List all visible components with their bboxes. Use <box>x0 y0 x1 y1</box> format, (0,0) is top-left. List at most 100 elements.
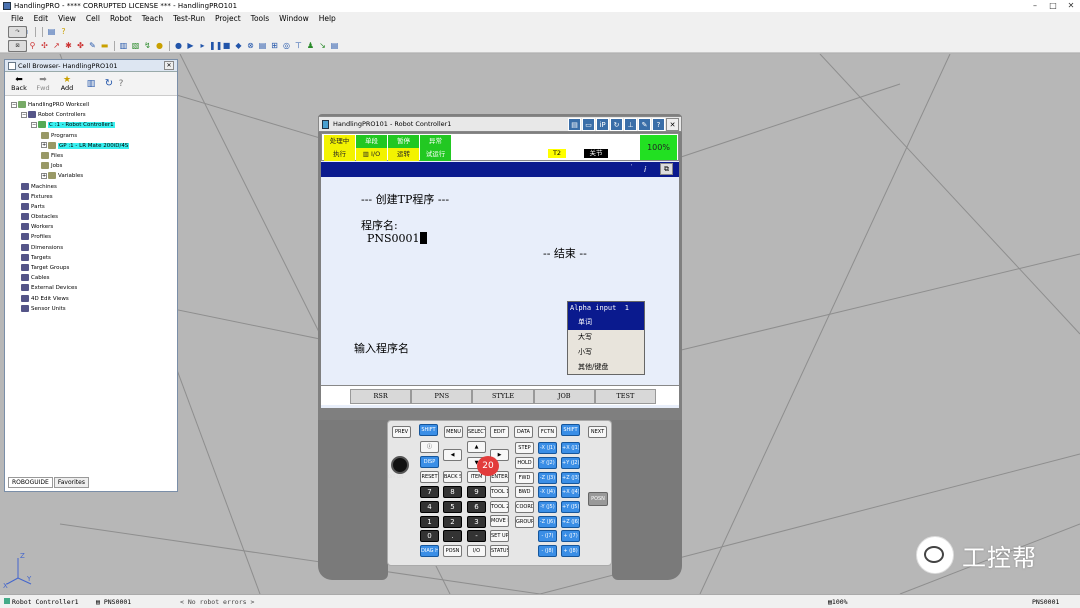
refresh-icon[interactable]: ↻ <box>103 78 115 88</box>
ip-icon[interactable]: iP <box>596 118 609 131</box>
help-icon[interactable]: ? <box>58 26 69 38</box>
tree-item[interactable]: − C :1 - Robot Controller1 <box>5 120 177 130</box>
menu-robot[interactable]: Robot <box>105 12 137 25</box>
menu-view[interactable]: View <box>53 12 81 25</box>
key-k0[interactable]: 0 <box>420 530 439 542</box>
key-data[interactable]: DATA <box>514 426 533 438</box>
tab-roboguide[interactable]: ROBOGUIDE <box>8 477 53 488</box>
key-status[interactable]: STATUS <box>490 545 509 557</box>
f5-key-test[interactable]: TEST <box>594 389 657 404</box>
key-coord[interactable]: COORD <box>515 501 534 513</box>
alpha-option-keyboard[interactable]: 其他/键盘 <box>568 360 644 375</box>
key-xp[interactable]: +X (J1) <box>561 442 580 454</box>
key-k5[interactable]: 5 <box>443 501 462 513</box>
key-setup[interactable]: SET UP <box>490 530 509 542</box>
run-panel-icon[interactable]: ▬ <box>99 40 110 52</box>
record-icon[interactable]: ↯ <box>142 40 153 52</box>
tree-item[interactable]: Parts <box>5 202 177 212</box>
tree-item[interactable]: + Variables <box>5 171 177 181</box>
key-tool2[interactable]: TOOL 2 <box>490 501 509 513</box>
override-indicator[interactable]: 100% <box>640 135 677 160</box>
tree-item[interactable]: Dimensions <box>5 243 177 253</box>
settings-icon[interactable]: ⊠ <box>8 39 27 52</box>
cycle-start-icon[interactable]: ● <box>173 40 184 52</box>
key-reset[interactable]: RESET <box>420 471 439 483</box>
help-icon[interactable]: ? <box>652 118 665 131</box>
redo-icon[interactable]: ↷ <box>8 26 27 38</box>
key-j8m[interactable]: - (J8) <box>538 545 557 557</box>
maximize-icon[interactable]: □ <box>1044 0 1062 12</box>
arrow-up-icon[interactable]: ▲ <box>467 441 486 453</box>
collapse-icon[interactable]: − <box>11 101 17 108</box>
key-move-menu[interactable]: MOVE MENU <box>490 515 509 527</box>
tree-item[interactable]: Workers <box>5 222 177 232</box>
key-rzp[interactable]: +Z (J6) <box>561 516 580 528</box>
program-icon[interactable]: ▧ <box>130 40 141 52</box>
key-edit[interactable]: EDIT <box>490 426 509 438</box>
stop-icon[interactable]: ■ <box>221 40 232 52</box>
pendant-screen-icon[interactable]: ▤ <box>568 118 581 131</box>
key-xm[interactable]: -X (J1) <box>538 442 557 454</box>
program-name-field[interactable]: PNS0001 <box>367 232 427 245</box>
key-io[interactable]: I/O <box>467 545 486 557</box>
key-j8p[interactable]: + (J8) <box>561 545 580 557</box>
jog-icon[interactable]: ⊥ <box>624 118 637 131</box>
tree-item[interactable]: Files <box>5 151 177 161</box>
deadman-switch-icon[interactable] <box>391 456 409 474</box>
key-tool1[interactable]: TOOL 1 <box>490 486 509 498</box>
end-option[interactable]: -- 结束 -- <box>543 245 587 261</box>
tab-favorites[interactable]: Favorites <box>53 477 89 488</box>
teach-pendant-icon[interactable]: ▥ <box>118 40 129 52</box>
key-rxp[interactable]: +X (J4) <box>561 486 580 498</box>
key-fctn[interactable]: FCTN <box>538 426 557 438</box>
menu-edit[interactable]: Edit <box>29 12 54 25</box>
key-step[interactable]: STEP <box>515 442 534 454</box>
menu-project[interactable]: Project <box>210 12 246 25</box>
key-backspace[interactable]: BACK SPACE <box>443 471 462 483</box>
key-j7p[interactable]: + (J7) <box>561 530 580 542</box>
key-j7m[interactable]: - (J7) <box>538 530 557 542</box>
abort-icon[interactable]: ◆ <box>233 40 244 52</box>
key-bwd[interactable]: BWD <box>515 486 534 498</box>
alpha-option-words[interactable]: 单词 <box>568 315 644 330</box>
close-icon[interactable]: ✕ <box>1062 0 1080 12</box>
key-prev[interactable]: PREV <box>392 426 411 438</box>
tree-item[interactable]: 4D Edit Views <box>5 294 177 304</box>
key-k8[interactable]: 8 <box>443 486 462 498</box>
key-ym[interactable]: -Y (J2) <box>538 457 557 469</box>
collapse-icon[interactable]: − <box>21 111 27 118</box>
panel-icon[interactable]: ▤ <box>257 40 268 52</box>
key-next[interactable]: NEXT <box>588 426 607 438</box>
edit-icon[interactable]: ✎ <box>638 118 651 131</box>
alarm-icon[interactable]: ✎ <box>87 40 98 52</box>
reset-icon[interactable]: ⊗ <box>245 40 256 52</box>
info-icon[interactable]: i <box>644 162 646 177</box>
window-split-icon[interactable]: ⧉ <box>660 163 673 175</box>
inst-icon[interactable]: ● <box>154 40 165 52</box>
f2-key-pns[interactable]: PNS <box>411 389 473 404</box>
f3-key-style[interactable]: STYLE <box>472 389 534 404</box>
key-select[interactable]: SELECT <box>467 426 486 438</box>
menu-tools[interactable]: Tools <box>246 12 274 25</box>
play-icon[interactable]: ▶ <box>185 40 196 52</box>
key-fwd[interactable]: FWD <box>515 472 534 484</box>
tree-item[interactable]: − Robot Controllers <box>5 110 177 120</box>
key-kdot[interactable]: . <box>443 530 462 542</box>
menu-help[interactable]: Help <box>314 12 341 25</box>
tree-item[interactable]: External Devices <box>5 283 177 293</box>
tree-item[interactable]: Cables <box>5 273 177 283</box>
alpha-option-lower[interactable]: 小写 <box>568 345 644 360</box>
menu-cell[interactable]: Cell <box>81 12 105 25</box>
key-zp[interactable]: +Z (J3) <box>561 472 580 484</box>
arrow-left-icon[interactable]: ◀ <box>443 449 462 461</box>
f1-key-rsr[interactable]: RSR <box>350 389 412 404</box>
chart-icon[interactable]: ↘ <box>317 40 328 52</box>
keyboard-icon[interactable]: ▭ <box>582 118 595 131</box>
key-shift-r[interactable]: SHIFT <box>561 424 580 436</box>
expand-icon[interactable]: + <box>41 142 47 149</box>
menu-file[interactable]: File <box>6 12 29 25</box>
refresh-icon[interactable]: ↻ <box>610 118 623 131</box>
key-k4[interactable]: 4 <box>420 501 439 513</box>
key-rzm[interactable]: -Z (J6) <box>538 516 557 528</box>
key-kminus[interactable]: - <box>467 530 486 542</box>
